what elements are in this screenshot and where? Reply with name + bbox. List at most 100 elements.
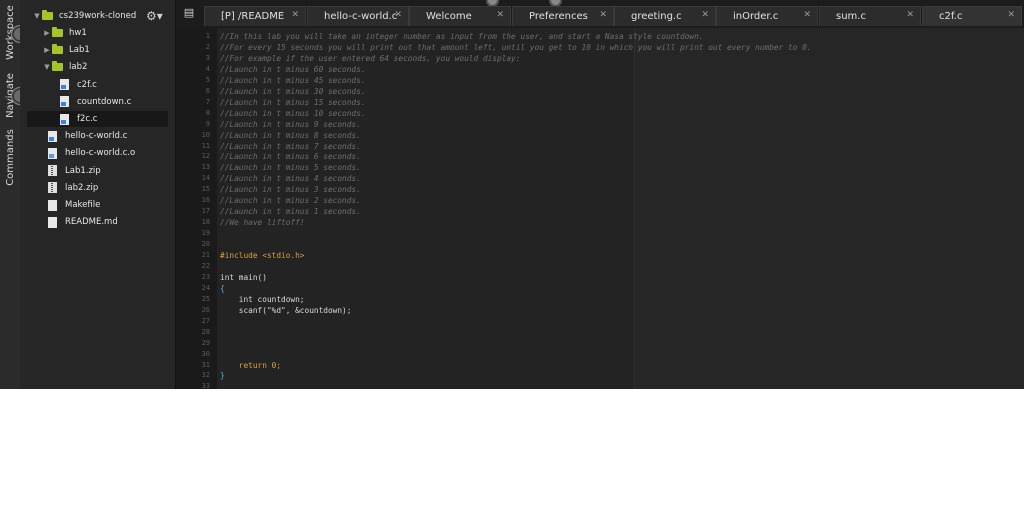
editor-tab[interactable]: greeting.c ✕: [614, 6, 716, 26]
close-tab-icon[interactable]: ✕: [906, 10, 914, 20]
tab-commands-label: Commands: [4, 128, 16, 186]
code-line: //Launch in t minus 7 seconds.: [220, 141, 361, 151]
line-number: 13: [201, 163, 210, 172]
tree-item[interactable]: Lab1.zip: [20, 163, 175, 179]
editor-tab[interactable]: hello-c-world.c ✕: [307, 6, 409, 26]
workspace-file-tree: ▼ cs239work-cloned ⚙▾ ▶ hw1 ▶ Lab1 ▼ lab2 c2f.…: [20, 0, 176, 389]
collapse-arrow-icon[interactable]: ▶: [42, 29, 52, 37]
tree-item[interactable]: hello-c-world.c.o: [20, 145, 175, 161]
line-number: 27: [201, 316, 210, 325]
tree-item[interactable]: countdown.c: [20, 94, 175, 110]
code-line: int countdown;: [220, 294, 305, 304]
tree-item[interactable]: README.md: [20, 214, 175, 230]
tree-item[interactable]: f2c.c: [27, 111, 168, 127]
line-number: 4: [205, 64, 210, 73]
code-line: int main(): [220, 272, 267, 282]
tab-commands[interactable]: Commands: [0, 126, 20, 188]
line-number: 32: [201, 371, 210, 380]
line-number: 11: [201, 141, 210, 150]
line-number: 2: [205, 42, 210, 51]
close-tab-icon[interactable]: ✕: [394, 10, 402, 20]
code-line: //Launch in t minus 3 seconds.: [220, 185, 361, 195]
code-line: scanf("%d", &countdown);: [220, 305, 352, 315]
code-line: //For example if the user entered 64 sec…: [220, 53, 521, 63]
code-editor[interactable]: 1 2 3 4 5 6 7 8 9 10 11 12 13 14 15 16 17 18 19 20 21 22 23 24 2…: [176, 28, 1024, 389]
line-number: 12: [201, 152, 210, 161]
editor-right-pane: [635, 28, 1024, 389]
tree-item[interactable]: ▼ lab2: [20, 59, 175, 75]
side-tab-strip: Workspace Navigate Commands: [0, 0, 28, 389]
tree-root[interactable]: ▼ cs239work-cloned: [32, 8, 142, 24]
c-file-icon: [60, 79, 69, 91]
code-line: //Launch in t minus 5 seconds.: [220, 163, 361, 173]
line-number: 23: [201, 272, 210, 281]
close-tab-icon[interactable]: ✕: [599, 10, 607, 20]
c-file-icon: [60, 96, 69, 108]
tree-item[interactable]: ▶ Lab1: [20, 42, 175, 58]
editor-tab-label: inOrder.c: [733, 11, 779, 22]
editor-tab-label: Preferences: [529, 11, 588, 22]
editor-tab-label: hello-c-world.c: [324, 11, 398, 22]
editor-tab[interactable]: c2f.c ✕: [922, 6, 1022, 26]
tab-menu-icon[interactable]: ▤: [176, 6, 202, 19]
close-tab-icon[interactable]: ✕: [701, 10, 709, 20]
line-number: 8: [205, 108, 210, 117]
collapse-arrow-icon[interactable]: ▶: [42, 46, 52, 54]
code-line: //In this lab you will take an integer n…: [220, 32, 704, 41]
tree-item-label: README.md: [65, 217, 118, 228]
editor-tab-label: [P] /README: [221, 11, 285, 22]
line-number: 31: [201, 360, 210, 369]
code-line: #include <stdio.h>: [220, 251, 305, 260]
line-number: 28: [201, 327, 210, 336]
editor-tab[interactable]: sum.c ✕: [819, 6, 921, 26]
file-icon: [48, 199, 57, 211]
zip-file-icon: [48, 165, 57, 177]
tree-item-label: Lab1: [69, 45, 90, 56]
code-line: //Launch in t minus 60 seconds.: [220, 64, 366, 74]
code-line: //Launch in t minus 15 seconds.: [220, 97, 366, 107]
editor-tab-bar: ▤ [P] /README ✕ hello-c-world.c ✕ Welcome ✕ Pr…: [176, 0, 1024, 28]
tree-item-label: hw1: [69, 28, 87, 38]
expand-arrow-icon[interactable]: ▼: [42, 63, 52, 71]
line-number: 15: [201, 185, 210, 194]
zip-file-icon: [48, 182, 57, 194]
line-number: 20: [201, 240, 210, 249]
editor-tab[interactable]: Preferences ✕: [512, 6, 614, 26]
code-line: //Launch in t minus 30 seconds.: [220, 86, 366, 96]
tree-item[interactable]: hello-c-world.c: [20, 128, 175, 144]
tree-item[interactable]: Makefile: [20, 197, 175, 213]
close-tab-icon[interactable]: ✕: [291, 10, 299, 20]
editor-tab[interactable]: [P] /README ✕: [204, 6, 306, 26]
line-number: 30: [201, 349, 210, 358]
editor-tab-label: sum.c: [836, 11, 866, 22]
tree-item[interactable]: ▶ hw1: [20, 25, 175, 41]
tree-item[interactable]: c2f.c: [20, 77, 175, 93]
tree-item[interactable]: lab2.zip: [20, 180, 175, 196]
file-icon: [48, 216, 57, 228]
line-number: 10: [201, 130, 210, 139]
editor-tab[interactable]: Welcome ✕: [409, 6, 511, 26]
c-file-icon: [60, 113, 69, 125]
line-number: 26: [201, 305, 210, 314]
line-number: 9: [205, 119, 210, 128]
tree-item-label: Lab1.zip: [65, 165, 101, 176]
code-line: return 0;: [220, 360, 282, 370]
tree-item-label: Makefile: [65, 200, 101, 210]
line-number: 29: [201, 338, 210, 347]
code-line: //Launch in t minus 6 seconds.: [220, 152, 361, 162]
line-number: 33: [201, 382, 210, 389]
tree-item-label: c2f.c: [77, 79, 97, 90]
editor-tab[interactable]: inOrder.c ✕: [716, 6, 818, 26]
tree-item-label: f2c.c: [77, 114, 98, 124]
tree-item-label: lab2.zip: [65, 182, 99, 193]
folder-icon: [52, 61, 63, 72]
tree-item-label: lab2: [69, 62, 88, 73]
close-tab-icon[interactable]: ✕: [803, 10, 811, 20]
folder-icon: [52, 27, 63, 37]
expand-arrow-icon[interactable]: ▼: [32, 12, 42, 20]
code-line: //Launch in t minus 10 seconds.: [220, 108, 366, 118]
close-tab-icon[interactable]: ✕: [1007, 10, 1015, 20]
code-line: {: [220, 283, 225, 293]
gear-icon[interactable]: ⚙▾: [146, 9, 163, 23]
close-tab-icon[interactable]: ✕: [496, 10, 504, 20]
